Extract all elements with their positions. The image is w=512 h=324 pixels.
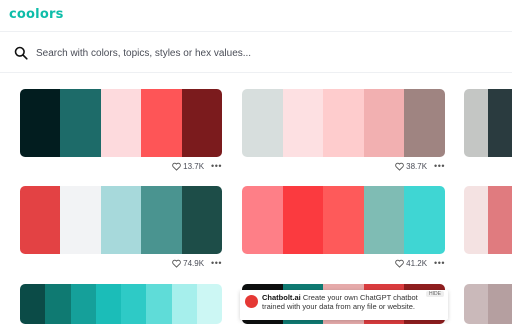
search-bar — [0, 31, 512, 73]
color-swatch[interactable] — [282, 89, 324, 157]
search-input[interactable] — [36, 43, 336, 63]
ad-text: Chatbolt.ai Create your own ChatGPT chat… — [262, 293, 442, 311]
like-count: 41.2K — [406, 258, 428, 268]
color-swatch[interactable] — [20, 186, 61, 254]
heart-icon[interactable] — [172, 259, 181, 268]
like-count: 74.9K — [183, 258, 205, 268]
palette-card[interactable] — [464, 186, 512, 254]
color-swatch[interactable] — [60, 186, 101, 254]
color-swatch[interactable] — [141, 89, 182, 157]
heart-icon[interactable] — [395, 162, 404, 171]
color-swatch[interactable] — [141, 186, 182, 254]
more-dots-icon[interactable]: ••• — [434, 162, 445, 171]
color-swatch[interactable] — [45, 284, 71, 324]
color-swatch[interactable] — [404, 186, 445, 254]
color-swatch[interactable] — [242, 89, 283, 157]
ad-hide-button[interactable]: HIDE — [426, 291, 444, 297]
color-swatch[interactable] — [323, 186, 364, 254]
palette-meta: 38.7K ••• — [373, 160, 445, 172]
ad-brand: Chatbolt.ai — [262, 293, 301, 302]
color-swatch[interactable] — [464, 186, 488, 254]
color-swatch[interactable] — [181, 186, 222, 254]
color-swatch[interactable] — [363, 89, 405, 157]
color-swatch[interactable] — [20, 284, 46, 324]
palette-card[interactable] — [242, 89, 445, 157]
palette-card[interactable] — [242, 186, 445, 254]
color-swatch[interactable] — [181, 89, 222, 157]
color-swatch[interactable] — [100, 186, 142, 254]
heart-icon[interactable] — [172, 162, 181, 171]
heart-icon[interactable] — [395, 259, 404, 268]
color-swatch[interactable] — [60, 89, 101, 157]
like-count: 38.7K — [406, 161, 428, 171]
search-icon — [14, 46, 28, 60]
palette-card[interactable] — [464, 284, 512, 324]
palette-card[interactable] — [20, 284, 222, 324]
color-swatch[interactable] — [488, 89, 512, 157]
color-swatch[interactable] — [70, 284, 96, 324]
more-dots-icon[interactable]: ••• — [434, 259, 445, 268]
color-swatch[interactable] — [100, 89, 142, 157]
more-dots-icon[interactable]: ••• — [211, 259, 222, 268]
color-swatch[interactable] — [196, 284, 222, 324]
color-swatch[interactable] — [488, 284, 512, 324]
color-swatch[interactable] — [95, 284, 121, 324]
color-swatch[interactable] — [282, 186, 324, 254]
palette-meta: 41.2K ••• — [373, 257, 445, 269]
color-swatch[interactable] — [323, 89, 364, 157]
palette-card[interactable] — [20, 89, 222, 157]
palette-meta: 13.7K ••• — [150, 160, 222, 172]
palette-card[interactable] — [464, 89, 512, 157]
color-swatch[interactable] — [171, 284, 197, 324]
color-swatch[interactable] — [146, 284, 172, 324]
palette-card[interactable] — [20, 186, 222, 254]
chatbolt-logo-icon — [245, 295, 258, 308]
color-swatch[interactable] — [363, 186, 405, 254]
palette-meta: 74.9K ••• — [150, 257, 222, 269]
color-swatch[interactable] — [404, 89, 445, 157]
color-swatch[interactable] — [488, 186, 512, 254]
coolors-logo[interactable]: coolors — [9, 7, 64, 22]
color-swatch[interactable] — [242, 186, 283, 254]
color-swatch[interactable] — [464, 89, 488, 157]
ad-banner[interactable]: Chatbolt.ai Create your own ChatGPT chat… — [240, 290, 448, 320]
like-count: 13.7K — [183, 161, 205, 171]
top-bar: coolors — [0, 0, 512, 30]
palette-grid: 13.7K ••• 38.7K ••• 74.9K ••• 41.2K ••• — [0, 74, 512, 324]
color-swatch[interactable] — [121, 284, 147, 324]
color-swatch[interactable] — [20, 89, 61, 157]
more-dots-icon[interactable]: ••• — [211, 162, 222, 171]
color-swatch[interactable] — [464, 284, 488, 324]
